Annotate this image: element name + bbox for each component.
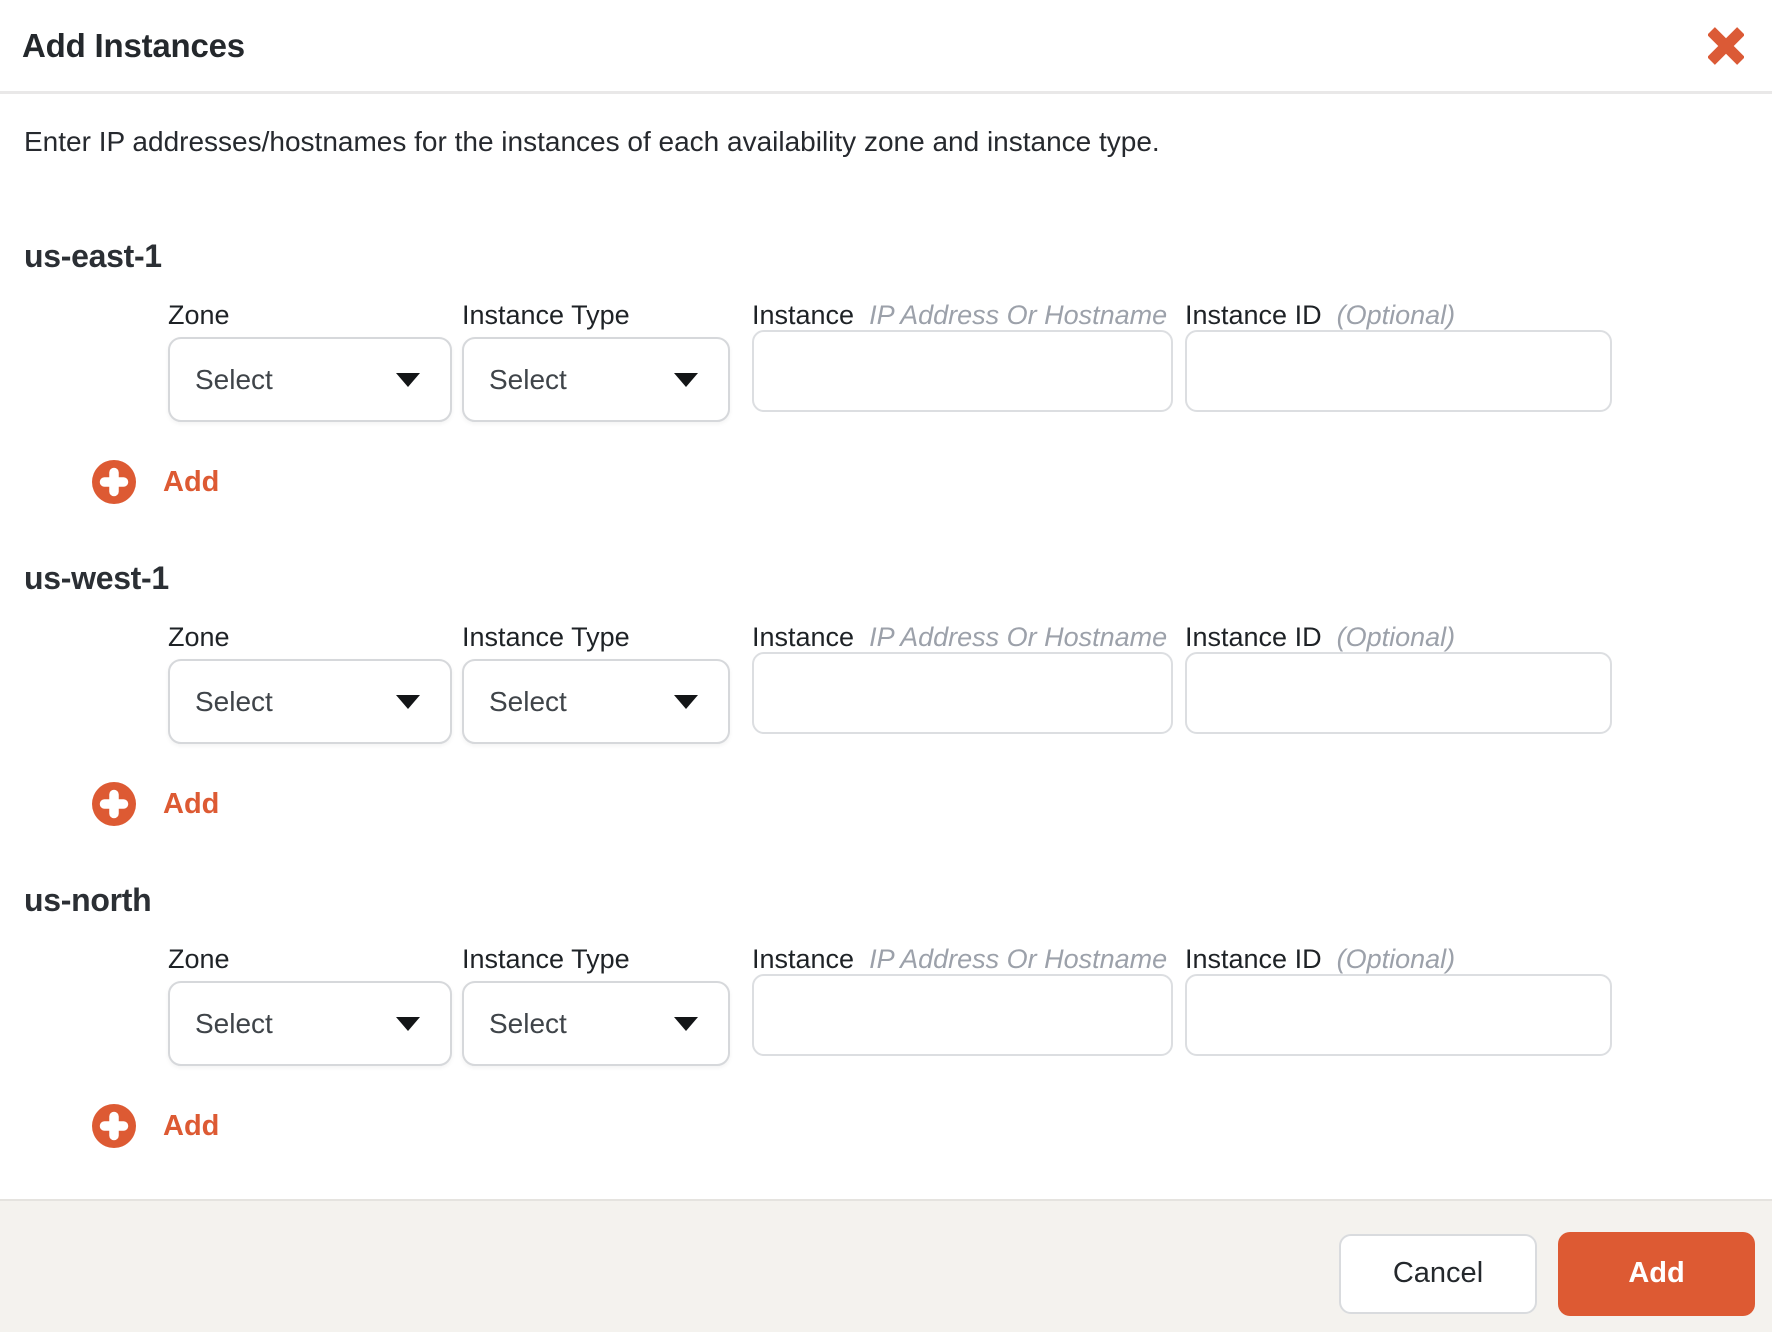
- instance-label: Instance: [752, 622, 855, 652]
- field-controls-row: Select Select: [168, 974, 1748, 1066]
- instance-label-group: Instance IP Address Or Hostname: [752, 622, 1173, 652]
- instance-id-input[interactable]: [1185, 330, 1612, 412]
- instance-id-label: Instance ID: [1185, 300, 1322, 330]
- instance-id-hint: (Optional): [1336, 300, 1456, 330]
- instance-type-label: Instance Type: [462, 944, 630, 974]
- instance-input[interactable]: [752, 330, 1173, 412]
- instance-type-select[interactable]: Select: [462, 659, 730, 744]
- availability-zone-section: us-north Zone Instance Type Instance IP A…: [24, 882, 1748, 1148]
- instance-type-select-value: Select: [489, 685, 567, 717]
- instance-id-label: Instance ID: [1185, 622, 1322, 652]
- field-controls-row: Select Select: [168, 652, 1748, 744]
- x-icon: [1708, 26, 1744, 65]
- instance-type-select[interactable]: Select: [462, 337, 730, 422]
- instance-id-input[interactable]: [1185, 652, 1612, 734]
- section-heading: us-west-1: [24, 560, 169, 596]
- instance-type-select-value: Select: [489, 1007, 567, 1039]
- instance-hint: IP Address Or Hostname: [869, 944, 1168, 974]
- instance-label: Instance: [752, 300, 855, 330]
- instance-hint: IP Address Or Hostname: [869, 622, 1168, 652]
- field-controls-row: Select Select: [168, 330, 1748, 422]
- instance-id-label-group: Instance ID (Optional): [1185, 300, 1612, 330]
- zone-label: Zone: [168, 944, 230, 974]
- zone-select-value: Select: [195, 363, 273, 395]
- add-instance-row-button[interactable]: Add: [92, 1104, 219, 1148]
- instance-id-input[interactable]: [1185, 974, 1612, 1056]
- field-labels-row: Zone Instance Type Instance IP Address Or…: [168, 944, 1748, 974]
- chevron-down-icon: [396, 1016, 420, 1031]
- instance-input[interactable]: [752, 652, 1173, 734]
- zone-select[interactable]: Select: [168, 659, 452, 744]
- field-labels-row: Zone Instance Type Instance IP Address Or…: [168, 622, 1748, 652]
- instance-type-select-value: Select: [489, 363, 567, 395]
- zone-select[interactable]: Select: [168, 337, 452, 422]
- close-button[interactable]: [1704, 23, 1748, 69]
- modal-description: Enter IP addresses/hostnames for the ins…: [24, 126, 1160, 157]
- instance-type-label: Instance Type: [462, 300, 630, 330]
- availability-zone-section: us-east-1 Zone Instance Type Instance IP …: [24, 238, 1748, 504]
- instance-label: Instance: [752, 944, 855, 974]
- plus-circle-icon: [92, 782, 136, 826]
- add-instances-modal: Add Instances Enter IP addresses/hostnam…: [0, 0, 1772, 1332]
- chevron-down-icon: [674, 372, 698, 387]
- instance-hint: IP Address Or Hostname: [869, 300, 1168, 330]
- add-instance-row-button[interactable]: Add: [92, 460, 219, 504]
- zone-label: Zone: [168, 300, 230, 330]
- instance-input[interactable]: [752, 974, 1173, 1056]
- availability-zone-section: us-west-1 Zone Instance Type Instance IP …: [24, 560, 1748, 826]
- chevron-down-icon: [396, 694, 420, 709]
- add-instance-row-button[interactable]: Add: [92, 782, 219, 826]
- chevron-down-icon: [674, 694, 698, 709]
- section-heading: us-east-1: [24, 238, 162, 274]
- modal-body: Enter IP addresses/hostnames for the ins…: [0, 125, 1772, 1148]
- instance-id-label-group: Instance ID (Optional): [1185, 622, 1612, 652]
- modal-footer: Cancel Add: [0, 1199, 1772, 1332]
- field-labels-row: Zone Instance Type Instance IP Address Or…: [168, 300, 1748, 330]
- modal-title: Add Instances: [22, 26, 245, 64]
- plus-circle-icon: [92, 460, 136, 504]
- chevron-down-icon: [674, 1016, 698, 1031]
- zone-label: Zone: [168, 622, 230, 652]
- section-heading: us-north: [24, 882, 152, 918]
- add-row-label: Add: [163, 787, 220, 820]
- instance-type-label: Instance Type: [462, 622, 630, 652]
- chevron-down-icon: [396, 372, 420, 387]
- instance-id-label-group: Instance ID (Optional): [1185, 944, 1612, 974]
- plus-circle-icon: [92, 1104, 136, 1148]
- cancel-button[interactable]: Cancel: [1339, 1233, 1537, 1314]
- instance-id-hint: (Optional): [1336, 622, 1456, 652]
- instance-id-hint: (Optional): [1336, 944, 1456, 974]
- zone-select[interactable]: Select: [168, 981, 452, 1066]
- modal-header: Add Instances: [0, 0, 1772, 94]
- add-submit-button[interactable]: Add: [1558, 1231, 1755, 1316]
- instance-label-group: Instance IP Address Or Hostname: [752, 944, 1173, 974]
- add-row-label: Add: [163, 1109, 220, 1142]
- zone-select-value: Select: [195, 1007, 273, 1039]
- sections-container: us-east-1 Zone Instance Type Instance IP …: [24, 238, 1748, 1148]
- add-row-label: Add: [163, 465, 220, 498]
- instance-id-label: Instance ID: [1185, 944, 1322, 974]
- instance-type-select[interactable]: Select: [462, 981, 730, 1066]
- zone-select-value: Select: [195, 685, 273, 717]
- instance-label-group: Instance IP Address Or Hostname: [752, 300, 1173, 330]
